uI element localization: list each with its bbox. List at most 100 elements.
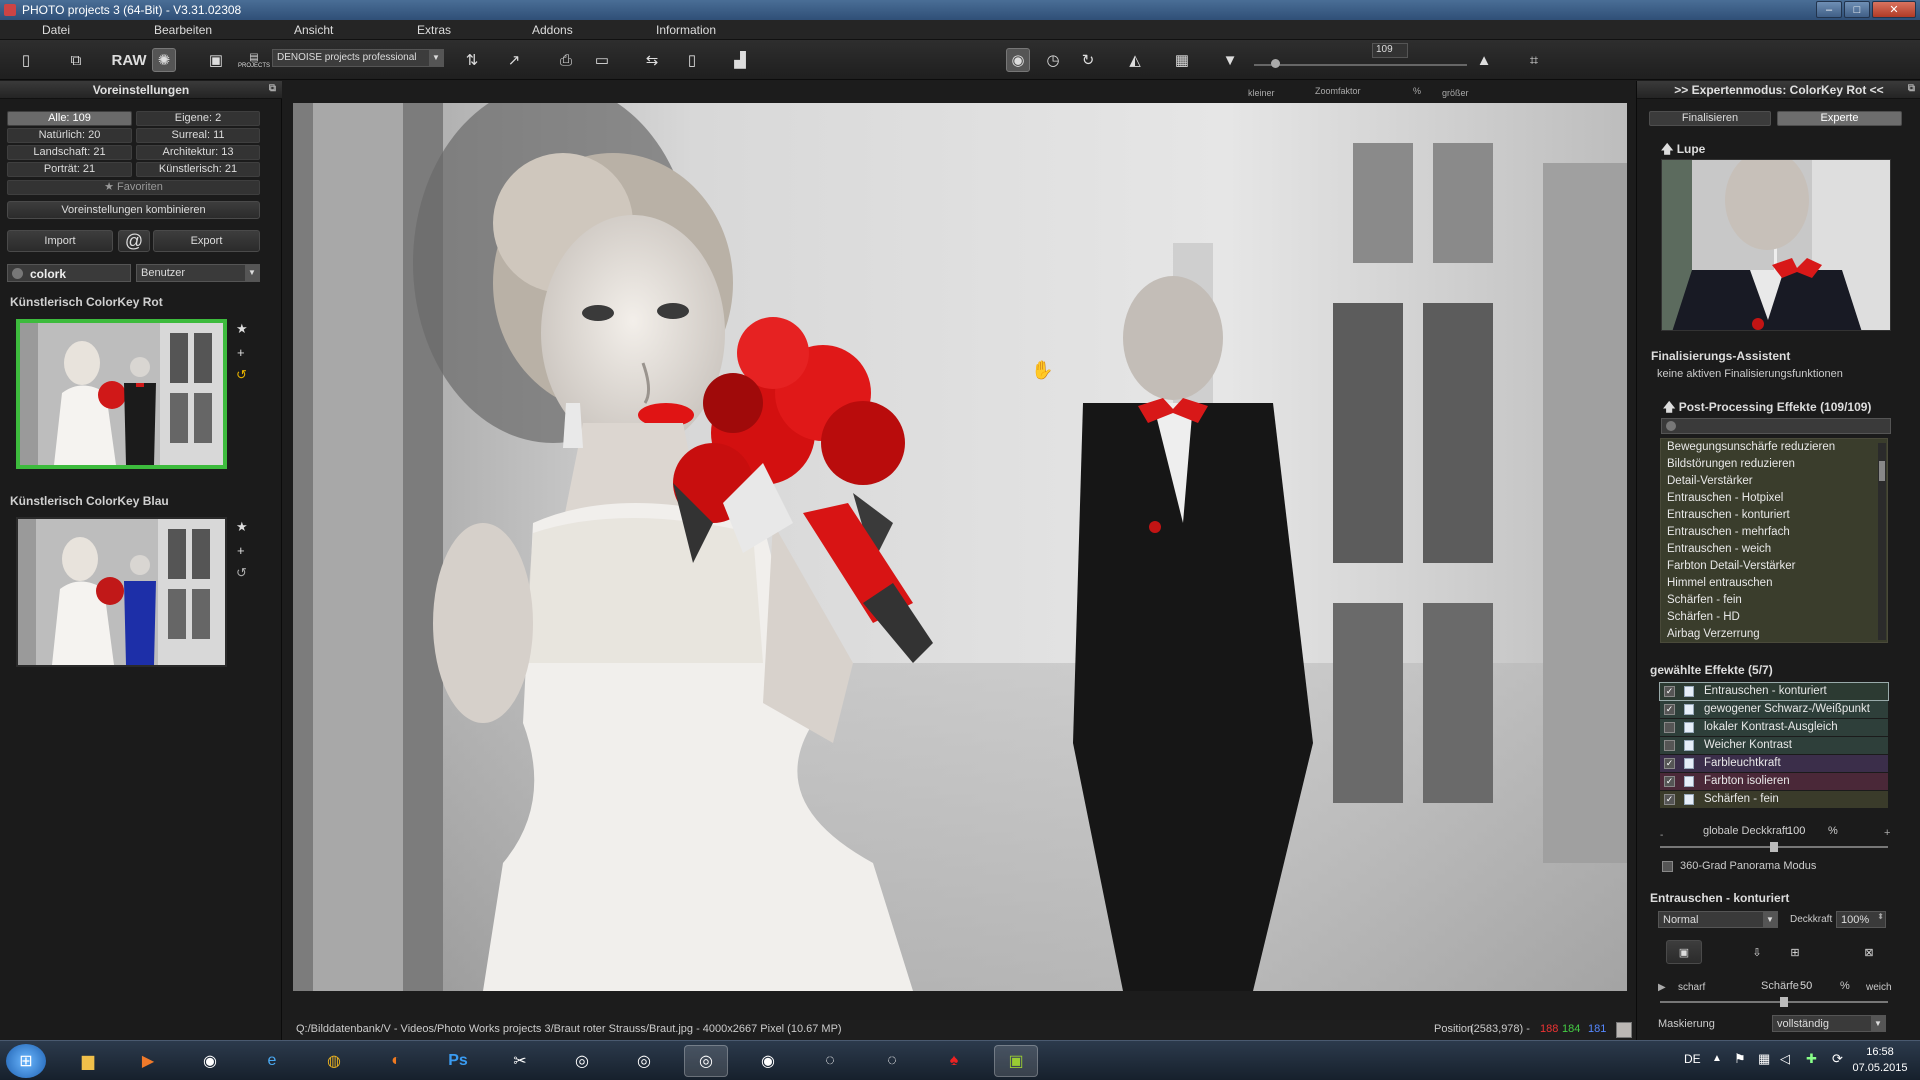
import-button[interactable]: Import (7, 230, 113, 252)
lens-app-icon[interactable]: ◉ (746, 1045, 790, 1077)
refresh-icon[interactable]: ↺ (236, 565, 247, 581)
export-icon[interactable]: ↗ (502, 48, 526, 72)
app-window-icon[interactable]: ▣ (994, 1045, 1038, 1077)
add-icon[interactable]: + (237, 345, 245, 360)
grid-icon[interactable]: ▦ (1170, 48, 1194, 72)
mask-edit-icon[interactable]: ▣ (1666, 940, 1702, 964)
list-item[interactable]: Himmel entrauschen (1661, 575, 1887, 592)
effects-icon[interactable]: ✺ (152, 48, 176, 72)
list-item[interactable]: Bildstörungen reduzieren (1661, 456, 1887, 473)
tab-finalize[interactable]: Finalisieren (1649, 111, 1771, 126)
flag-icon[interactable]: ⚑ (1734, 1051, 1746, 1067)
add-icon[interactable]: + (237, 543, 245, 558)
chrome-icon[interactable]: ◍ (312, 1045, 356, 1077)
list-item[interactable]: Airbag Verzerrung (1661, 626, 1887, 642)
stepper-icon[interactable]: ⬍ (1877, 912, 1884, 921)
global-opacity-value[interactable]: 100 (1787, 825, 1805, 837)
list-scrollbar-thumb[interactable] (1879, 461, 1885, 481)
print-icon[interactable]: ⎙ (554, 48, 578, 72)
category-natural[interactable]: Natürlich: 20 (7, 128, 132, 143)
schaerfe-slider-handle[interactable] (1780, 997, 1788, 1007)
chosen-effect-checkbox[interactable]: ✓ (1664, 794, 1675, 805)
chosen-effect-checkbox[interactable]: ✓ (1664, 776, 1675, 787)
list-item[interactable]: Entrauschen - mehrfach (1661, 524, 1887, 541)
opacity-plus[interactable]: + (1884, 827, 1890, 839)
deckkraft-input[interactable]: 100% ⬍ (1836, 911, 1886, 928)
menu-ansicht[interactable]: Ansicht (294, 23, 333, 37)
preset-select[interactable]: DENOISE projects professional ▼ (272, 49, 444, 67)
email-icon[interactable]: @ (118, 230, 150, 252)
raw-button[interactable]: RAW (112, 48, 147, 72)
category-own[interactable]: Eigene: 2 (136, 111, 260, 126)
effects-search-input[interactable] (1661, 418, 1891, 434)
language-indicator[interactable]: DE (1684, 1052, 1701, 1066)
clock-date[interactable]: 07.05.2015 (1846, 1062, 1914, 1074)
chosen-effect-checkbox[interactable] (1664, 740, 1675, 751)
category-architecture[interactable]: Architektur: 13 (136, 145, 260, 160)
histogram-icon[interactable]: ▟ (728, 48, 752, 72)
save-effect-icon[interactable]: ⇩ (1744, 940, 1770, 964)
favorite-star-icon[interactable]: ★ (236, 321, 248, 337)
chosen-effect-checkbox[interactable]: ✓ (1664, 704, 1675, 715)
portrait-icon[interactable]: ▯ (680, 48, 704, 72)
globe-app-icon-2[interactable]: ◌ (870, 1045, 914, 1077)
copy-icon[interactable]: ⧉ (64, 48, 88, 72)
clock-time[interactable]: 16:58 (1858, 1046, 1902, 1058)
chosen-effect-row[interactable]: ✓ Schärfen - fein (1660, 791, 1888, 808)
mask-select[interactable]: vollständig ▼ (1772, 1015, 1886, 1032)
list-item[interactable]: Entrauschen - weich (1661, 541, 1887, 558)
panorama-checkbox[interactable] (1662, 861, 1673, 872)
zoom-input[interactable]: 109 (1372, 43, 1408, 58)
favorite-star-icon[interactable]: ★ (236, 519, 248, 535)
category-surreal[interactable]: Surreal: 11 (136, 128, 260, 143)
history-icon[interactable]: ◷ (1041, 48, 1065, 72)
expand-arrow-icon[interactable]: ▶ (1658, 982, 1666, 993)
list-item[interactable]: Detail-Verstärker (1661, 473, 1887, 490)
chosen-effect-row[interactable]: ✓ Farbleuchtkraft (1660, 755, 1888, 772)
preset-thumbnail-colorkey-blue[interactable] (16, 517, 227, 667)
camera-app-icon[interactable]: ◎ (560, 1045, 604, 1077)
media-player-icon[interactable]: ▶ (126, 1045, 170, 1077)
preset-thumbnail-colorkey-red[interactable] (16, 319, 227, 469)
detach-icon[interactable]: ⧉ (1908, 83, 1915, 94)
list-item[interactable]: Bewegungsunschärfe reduzieren (1661, 439, 1887, 456)
delete-effect-icon[interactable]: ⊠ (1856, 940, 1882, 964)
zoom-in-icon[interactable]: ▲ (1472, 48, 1496, 72)
rotate-icon[interactable]: ↻ (1076, 48, 1100, 72)
opacity-minus[interactable]: - (1660, 830, 1663, 841)
chosen-effect-row[interactable]: Weicher Kontrast (1660, 737, 1888, 754)
post-processing-section[interactable]: 🡅 Post-Processing Effekte (109/109) (1663, 398, 1871, 419)
minimize-button[interactable]: – (1816, 1, 1842, 18)
list-item[interactable]: Entrauschen - Hotpixel (1661, 490, 1887, 507)
list-item[interactable]: Schärfen - HD (1661, 609, 1887, 626)
camera-app-icon-2[interactable]: ◎ (622, 1045, 666, 1077)
split-view-icon[interactable]: ⇆ (640, 48, 664, 72)
compare-icon[interactable]: ▭ (590, 48, 614, 72)
preview-eye-icon[interactable]: ◉ (1006, 48, 1030, 72)
webcam-icon[interactable]: ◉ (188, 1045, 232, 1077)
list-item[interactable]: Farbton Detail-Verstärker (1661, 558, 1887, 575)
sync-icon[interactable]: ⟳ (1832, 1051, 1843, 1067)
menu-bearbeiten[interactable]: Bearbeiten (154, 23, 212, 37)
new-file-icon[interactable]: ▯ (14, 48, 38, 72)
lupe-section[interactable]: 🡅 Lupe (1661, 140, 1705, 161)
maximize-button[interactable]: □ (1844, 1, 1870, 18)
category-artistic[interactable]: Künstlerisch: 21 (136, 162, 260, 177)
zoom-slider[interactable] (1254, 64, 1467, 66)
chosen-effect-checkbox[interactable]: ✓ (1664, 686, 1675, 697)
menu-datei[interactable]: Datei (42, 23, 70, 37)
export-button[interactable]: Export (153, 230, 260, 252)
zoom-out-icon[interactable]: ▼ (1218, 48, 1242, 72)
network-icon[interactable]: ▦ (1758, 1051, 1770, 1067)
tray-arrow-icon[interactable]: ▲ (1712, 1053, 1722, 1064)
schaerfe-value[interactable]: 50 (1800, 980, 1812, 992)
batch-icon[interactable]: ⇅ (460, 48, 484, 72)
chosen-effect-row[interactable]: ✓ gewogener Schwarz-/Weißpunkt (1660, 701, 1888, 718)
menu-extras[interactable]: Extras (417, 23, 451, 37)
mirror-icon[interactable]: ◭ (1123, 48, 1147, 72)
category-all[interactable]: Alle: 109 (7, 111, 132, 126)
chosen-effect-checkbox[interactable]: ✓ (1664, 758, 1675, 769)
chosen-effect-row[interactable]: ✓ Entrauschen - konturiert (1659, 682, 1889, 701)
list-scrollbar[interactable] (1878, 443, 1886, 640)
zoom-slider-handle[interactable] (1271, 59, 1280, 68)
